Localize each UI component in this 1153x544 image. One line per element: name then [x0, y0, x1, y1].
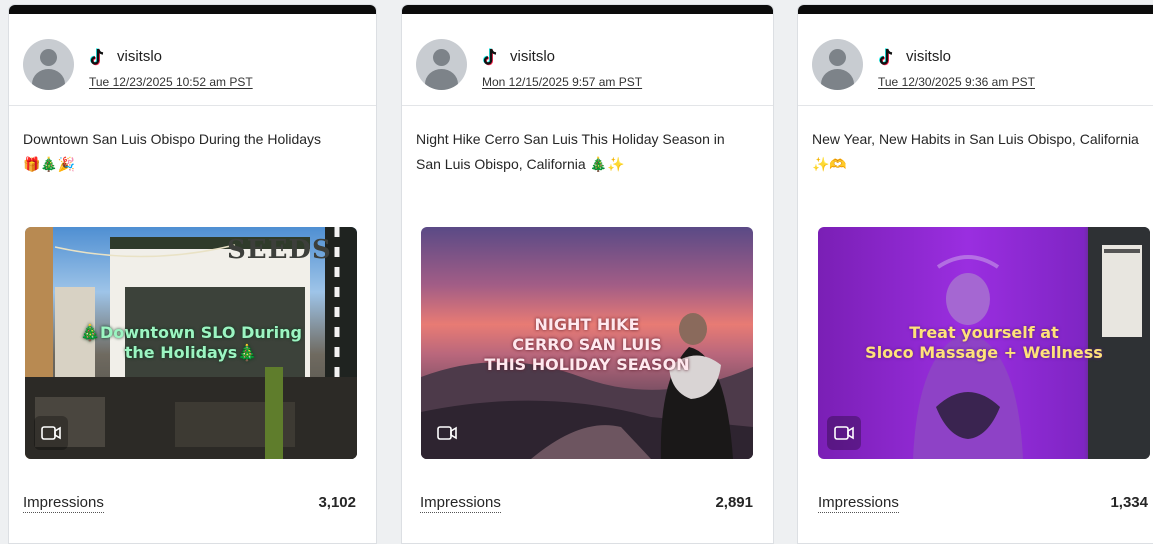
- video-icon: [34, 416, 68, 450]
- post-date-link[interactable]: Mon 12/15/2025 9:57 am PST: [482, 75, 642, 89]
- sign-text: SEEDS: [227, 235, 332, 265]
- avatar[interactable]: [416, 39, 467, 90]
- video-thumbnail[interactable]: Treat yourself at Sloco Massage + Wellne…: [818, 227, 1150, 459]
- video-icon: [827, 416, 861, 450]
- post-caption: New Year, New Habits in San Luis Obispo,…: [812, 131, 1139, 172]
- impressions-value: 3,102: [318, 494, 356, 511]
- avatar[interactable]: [23, 39, 74, 90]
- card-header: visitslo Tue 12/23/2025 10:52 am PST: [9, 14, 376, 106]
- impressions-label[interactable]: Impressions: [818, 494, 899, 513]
- card-topbar: [402, 5, 773, 14]
- card-topbar: [9, 5, 376, 14]
- account-name: visitslo: [906, 48, 952, 65]
- video-thumbnail[interactable]: NIGHT HIKE CERRO SAN LUIS THIS HOLIDAY S…: [421, 227, 753, 459]
- post-card[interactable]: visitslo Tue 12/30/2025 9:36 am PST New …: [797, 4, 1153, 544]
- account-name: visitslo: [510, 48, 556, 65]
- card-topbar: [798, 5, 1153, 14]
- post-card[interactable]: visitslo Tue 12/23/2025 10:52 am PST Dow…: [8, 4, 377, 544]
- impressions-value: 1,334: [1110, 494, 1148, 511]
- thumbnail-overlay-text: 🎄Downtown SLO During the Holidays🎄: [80, 323, 302, 362]
- post-date-link[interactable]: Tue 12/23/2025 10:52 am PST: [89, 75, 253, 89]
- post-caption: Downtown San Luis Obispo During the Holi…: [23, 131, 322, 172]
- tiktok-icon: [90, 48, 104, 66]
- avatar[interactable]: [812, 39, 863, 90]
- card-header: visitslo Mon 12/15/2025 9:57 am PST: [402, 14, 773, 106]
- post-card[interactable]: visitslo Mon 12/15/2025 9:57 am PST Nigh…: [401, 4, 774, 544]
- impressions-label[interactable]: Impressions: [420, 494, 501, 513]
- tiktok-icon: [483, 48, 497, 66]
- post-caption: Night Hike Cerro San Luis This Holiday S…: [416, 131, 725, 172]
- video-icon: [430, 416, 464, 450]
- post-date-link[interactable]: Tue 12/30/2025 9:36 am PST: [878, 75, 1035, 89]
- impressions-label[interactable]: Impressions: [23, 494, 104, 513]
- account-name: visitslo: [117, 48, 163, 65]
- impressions-value: 2,891: [715, 494, 753, 511]
- tiktok-icon: [879, 48, 893, 66]
- thumbnail-overlay-text: Treat yourself at Sloco Massage + Wellne…: [865, 323, 1103, 362]
- thumbnail-overlay-text: NIGHT HIKE CERRO SAN LUIS THIS HOLIDAY S…: [484, 315, 690, 374]
- card-header: visitslo Tue 12/30/2025 9:36 am PST: [798, 14, 1153, 106]
- video-thumbnail[interactable]: SEEDS 🎄Downtown SLO During the Holidays🎄: [25, 227, 357, 459]
